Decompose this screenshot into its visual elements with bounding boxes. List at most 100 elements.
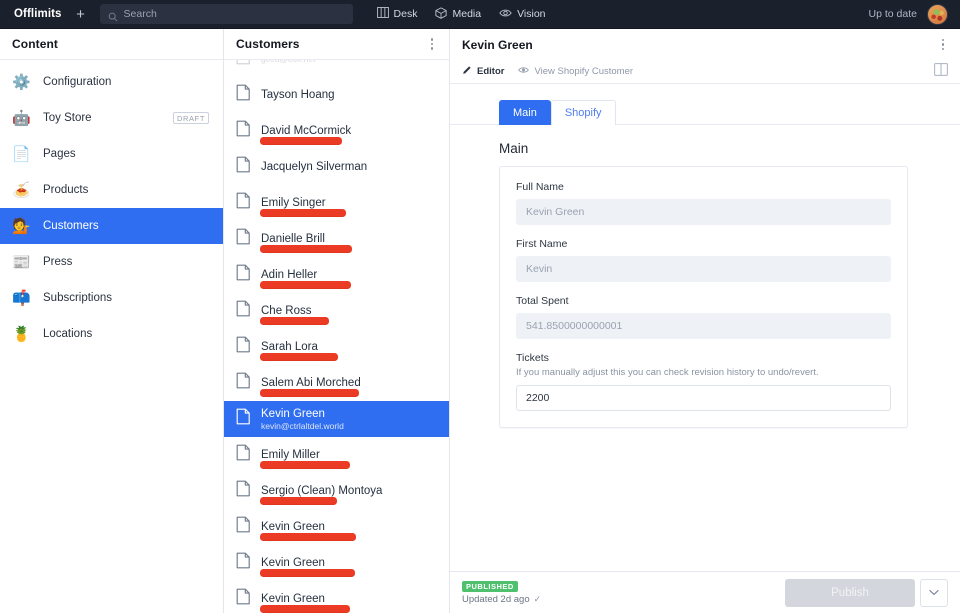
customers-scroll-list[interactable]: gcea@cox.net Tayson Hoang David McCormickJ… — [224, 60, 449, 613]
app-root: Offlimits + Search Desk Media — [0, 0, 960, 613]
nav-desk[interactable]: Desk — [377, 7, 418, 21]
redaction-mark — [260, 209, 346, 216]
add-new-button[interactable]: + — [70, 7, 92, 22]
nav-vision[interactable]: Vision — [499, 8, 545, 21]
sidebar-item-label: Subscriptions — [43, 292, 209, 304]
pencil-icon — [462, 65, 472, 78]
document-footer: PUBLISHED Updated 2d ago ✓ Publish — [450, 571, 960, 613]
document-icon — [236, 336, 251, 358]
list-item[interactable]: Sarah Lora — [224, 329, 449, 365]
tab-main[interactable]: Main — [499, 100, 551, 125]
list-item[interactable]: Danielle Brill — [224, 221, 449, 257]
document-header: Kevin Green — [450, 29, 960, 60]
list-item[interactable]: Jacquelyn Silverman — [224, 149, 449, 185]
document-icon — [236, 480, 251, 502]
document-icon — [236, 264, 251, 286]
search-icon — [108, 9, 118, 19]
redaction-mark — [260, 533, 356, 540]
list-item[interactable]: Adin Heller — [224, 257, 449, 293]
editor-label: Editor — [477, 66, 504, 77]
main-form-card: Full NameKevin GreenFirst NameKevinTotal… — [499, 166, 908, 428]
list-item-text: Kevin Green — [261, 592, 325, 606]
redaction-mark — [260, 317, 329, 324]
sidebar-item-configuration[interactable]: ⚙️Configuration — [0, 64, 223, 100]
sidebar-item-locations[interactable]: 🍍 Locations — [0, 316, 223, 352]
list-item[interactable]: Sergio (Clean) Montoya — [224, 473, 449, 509]
list-item-text: Kevin Green — [261, 520, 325, 534]
redaction-mark — [260, 569, 355, 576]
vision-eye-icon — [499, 8, 512, 21]
sidebar-item-press[interactable]: 📰Press — [0, 244, 223, 280]
nav-media-label: Media — [452, 8, 481, 20]
list-item[interactable]: Kevin Green — [224, 545, 449, 581]
updated-timestamp: Updated 2d ago ✓ — [462, 594, 541, 605]
pineapple-emoji-icon: 🍍 — [12, 327, 31, 342]
field-input[interactable]: 2200 — [516, 385, 891, 411]
search-placeholder-text: Search — [124, 8, 157, 20]
list-item[interactable]: Tayson Hoang — [224, 77, 449, 113]
list-item[interactable]: gcea@cox.net — [224, 60, 449, 77]
status-badge: PUBLISHED — [462, 581, 518, 592]
redaction-mark — [260, 137, 342, 144]
sidebar-item-products[interactable]: 🍝Products — [0, 172, 223, 208]
document-more-options-icon[interactable] — [938, 36, 949, 54]
redaction-mark — [260, 605, 350, 612]
editor-tab[interactable]: Editor — [462, 65, 504, 78]
content-nav-list: ⚙️Configuration🤖Toy StoreDRAFT 📄 Pages 🍝Pro… — [0, 60, 223, 352]
list-item[interactable]: Kevin Green — [224, 581, 449, 613]
split-pane-icon[interactable] — [934, 63, 948, 81]
list-item[interactable]: Salem Abi Morched — [224, 365, 449, 401]
list-item-text: Emily Miller — [261, 448, 320, 462]
field-total-spent: Total Spent541.8500000000001 — [516, 295, 891, 339]
list-item-text: Emily Singer — [261, 196, 326, 210]
document-icon — [236, 444, 251, 466]
footer-actions: Publish — [785, 579, 948, 607]
list-item[interactable]: Emily Miller — [224, 437, 449, 473]
list-item[interactable]: Emily Singer — [224, 185, 449, 221]
global-search-input[interactable]: Search — [100, 4, 353, 24]
customer-name: Tayson Hoang — [261, 89, 335, 102]
sidebar-item-pages[interactable]: 📄 Pages — [0, 136, 223, 172]
view-shopify-customer-link[interactable]: View Shopify Customer — [518, 66, 633, 77]
nav-vision-label: Vision — [517, 8, 545, 20]
redaction-mark — [260, 461, 350, 468]
content-navigation-pane: Content ⚙️Configuration🤖Toy StoreDRAFT📄P… — [0, 29, 224, 613]
avatar[interactable] — [927, 4, 948, 25]
page-emoji-icon: 📄 — [12, 147, 31, 162]
field-help-text: If you manually adjust this you can chec… — [516, 367, 891, 378]
sidebar-item-toy-store[interactable]: 🤖Toy StoreDRAFT — [0, 100, 223, 136]
field-input: Kevin Green — [516, 199, 891, 225]
updated-text: Updated 2d ago — [462, 594, 530, 605]
gear-emoji-icon: ⚙️ — [12, 75, 31, 90]
sidebar-item-label: Press — [43, 256, 209, 268]
document-tabs: MainShopify — [450, 99, 960, 125]
list-item-text: Sergio (Clean) Montoya — [261, 484, 382, 498]
list-item[interactable]: Kevin Green — [224, 509, 449, 545]
desk-columns-icon — [377, 7, 389, 21]
list-item[interactable]: Che Ross — [224, 293, 449, 329]
sidebar-item-subscriptions[interactable]: 📫 Subscriptions — [0, 280, 223, 316]
field-input: 541.8500000000001 — [516, 313, 891, 339]
document-editor-pane: Kevin Green Editor View Shopify Customer — [450, 29, 960, 613]
nav-desk-label: Desk — [394, 8, 418, 20]
list-item-text: Sarah Lora — [261, 340, 318, 354]
customer-name: Kevin Green — [261, 408, 344, 421]
tab-shopify[interactable]: Shopify — [551, 100, 616, 125]
media-box-icon — [435, 7, 447, 22]
list-item[interactable]: David McCormick — [224, 113, 449, 149]
mailbox-emoji-icon: 📫 — [12, 291, 31, 306]
more-options-icon[interactable] — [427, 35, 438, 53]
publish-options-button[interactable] — [920, 579, 948, 607]
sidebar-item-label: Locations — [43, 328, 209, 340]
field-label: Tickets — [516, 352, 891, 364]
publish-status: PUBLISHED Updated 2d ago ✓ — [462, 581, 541, 605]
customer-email: kevin@ctrlaltdel.world — [261, 421, 344, 432]
nav-media[interactable]: Media — [435, 7, 481, 22]
publish-button[interactable]: Publish — [785, 579, 915, 607]
document-icon — [236, 300, 251, 322]
list-item[interactable]: Kevin Greenkevin@ctrlaltdel.world — [224, 401, 449, 437]
sidebar-item-customers[interactable]: 💁Customers — [0, 208, 223, 244]
section-title: Main — [450, 125, 960, 166]
sidebar-item-label: Pages — [43, 148, 209, 160]
spaghetti-emoji-icon: 🍝 — [12, 183, 31, 198]
